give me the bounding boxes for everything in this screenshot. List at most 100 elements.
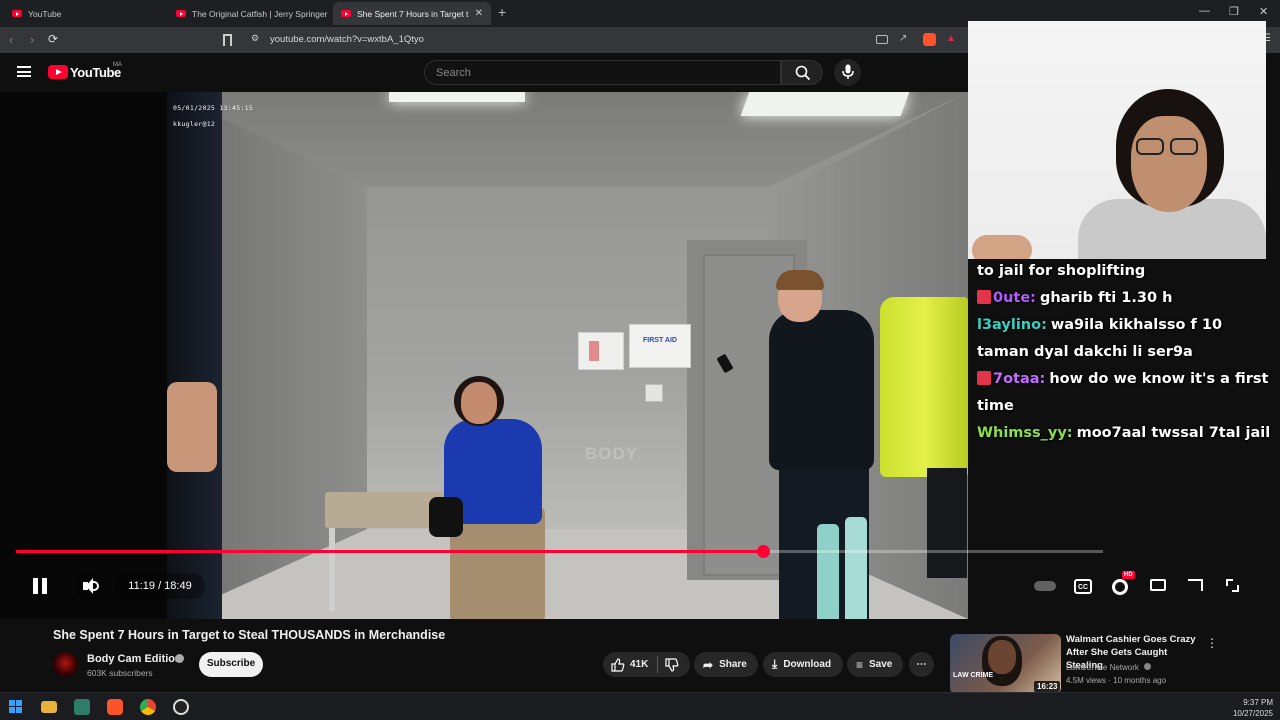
handbag	[429, 497, 463, 537]
channel-name[interactable]: Body Cam Edition	[87, 653, 182, 665]
download-button[interactable]: ⤓ Download	[763, 652, 843, 677]
windows-start-icon[interactable]	[8, 699, 24, 715]
close-tab-icon[interactable]: ✕	[475, 8, 483, 19]
chrome-icon[interactable]	[140, 699, 156, 715]
volume-button[interactable]	[76, 572, 104, 600]
chat-text: moo7aal twssal 7tal jail	[1076, 425, 1271, 441]
obs-icon[interactable]	[173, 699, 189, 715]
chat-overlay: to jail for shoplifting 0ute: gharib fti 1…	[977, 258, 1273, 478]
share-page-icon[interactable]: ↗	[899, 33, 912, 46]
reload-icon[interactable]: ⟳	[48, 32, 58, 46]
close-window-icon[interactable]: ✕	[1259, 5, 1268, 18]
officer-right-hair	[776, 270, 824, 290]
brave-shields-icon[interactable]	[923, 33, 936, 46]
webcam-hand	[972, 235, 1032, 259]
captions-button[interactable]: CC	[1074, 579, 1092, 594]
url-field[interactable]: youtube.com/watch?v=wxtbA_1Qtyo	[270, 34, 424, 45]
search-button[interactable]	[781, 60, 823, 85]
hanging-jacket	[880, 297, 968, 477]
like-count: 41K	[630, 659, 649, 670]
progress-scrubber[interactable]	[757, 545, 770, 558]
tab-jerry-springer[interactable]: The Original Catfish | Jerry Springer	[168, 2, 328, 25]
channel-avatar[interactable]	[53, 652, 78, 677]
country-code: MA	[113, 62, 122, 68]
file-explorer-icon[interactable]	[41, 701, 57, 713]
woman-face	[461, 382, 497, 424]
share-button[interactable]: ➦ Share	[694, 652, 758, 677]
cast-icon[interactable]	[1188, 579, 1203, 591]
bookmark-icon[interactable]	[223, 34, 232, 46]
save-label: Save	[869, 659, 893, 670]
progress-played[interactable]	[16, 550, 763, 553]
save-playlist-icon: ≡	[856, 657, 864, 672]
volume-wave-icon	[93, 581, 99, 591]
recommended-channel-name: Law&Crime Network	[1066, 663, 1139, 672]
ceiling-light	[740, 92, 910, 116]
dislike-button[interactable]	[657, 657, 679, 672]
forward-icon[interactable]: ›	[30, 32, 34, 47]
chat-message: l3aylino: wa9ila kikhalsso f 10 taman dya…	[977, 312, 1273, 366]
pause-button[interactable]	[25, 572, 55, 600]
monitor	[927, 468, 967, 578]
thumb-face	[988, 640, 1016, 674]
more-actions-button[interactable]: ⋯	[909, 652, 934, 677]
recommended-more-icon[interactable]: ⋮	[1206, 636, 1218, 650]
tab-label: YouTube	[28, 8, 62, 19]
settings-gear-icon[interactable]	[1112, 579, 1128, 595]
system-clock[interactable]: 9:37 PM 10/27/2025	[1233, 697, 1273, 719]
youtube-favicon-icon	[176, 10, 186, 17]
officer-right-body	[769, 310, 874, 470]
theater-mode-icon[interactable]	[1150, 579, 1166, 591]
subscribe-button[interactable]: Subscribe	[199, 652, 263, 677]
bodycam-timestamp: 05/01/2025 13:45:15	[173, 104, 254, 112]
autoplay-toggle[interactable]	[1034, 581, 1056, 591]
save-button[interactable]: ≡ Save	[847, 652, 903, 677]
youtube-logo-icon[interactable]	[48, 65, 68, 79]
new-tab-button[interactable]: +	[498, 4, 506, 20]
tab-current-video[interactable]: She Spent 7 Hours in Target t ✕	[333, 2, 491, 25]
chat-username: Whimss_yy:	[977, 425, 1073, 441]
tab-youtube[interactable]: YouTube	[4, 2, 164, 25]
site-info-icon[interactable]: ⚙	[251, 33, 264, 46]
like-button[interactable]: 41K	[603, 657, 657, 672]
fullscreen-icon[interactable]	[1226, 579, 1239, 592]
minimize-icon[interactable]: —	[1199, 5, 1210, 17]
recommended-channel[interactable]: Law&Crime Network	[1066, 663, 1152, 672]
hamburger-menu-icon[interactable]	[17, 66, 31, 77]
verified-icon	[175, 654, 184, 663]
youtube-favicon-icon	[12, 10, 22, 17]
more-dots-icon: ⋯	[916, 659, 927, 670]
share-label: Share	[719, 659, 747, 670]
bodycam-overlay: 05/01/2025 13:45:15 kkugler@12	[173, 100, 253, 132]
restore-icon[interactable]: ❐	[1229, 5, 1239, 18]
download-icon: ⤓	[772, 657, 778, 671]
thumbs-down-icon	[665, 657, 679, 672]
thermostat	[645, 384, 663, 402]
brave-rewards-icon[interactable]: ▲	[946, 33, 959, 46]
first-aid-label: FIRST AID	[643, 337, 677, 344]
channel-watermark: BODY	[585, 444, 639, 463]
brave-browser-icon[interactable]	[107, 699, 123, 715]
ceiling-light	[389, 92, 525, 102]
thumb-text: LAW CRIME	[953, 672, 994, 679]
webcam-glasses	[1136, 138, 1202, 156]
app-icon[interactable]	[74, 699, 90, 715]
chat-badge-icon	[977, 290, 991, 304]
glasses-lens	[1136, 138, 1164, 155]
tab-label: She Spent 7 Hours in Target t	[357, 8, 469, 19]
screen-icon[interactable]	[876, 35, 888, 44]
glasses-lens	[1170, 138, 1198, 155]
tab-label: The Original Catfish | Jerry Springer	[192, 8, 328, 19]
chat-text: gharib fti 1.30 h	[1039, 290, 1173, 306]
speaker-icon	[83, 578, 93, 594]
video-frame: FIRST AID 05/01/2025 13:45:15 kkugler@12…	[167, 92, 968, 619]
youtube-favicon-icon	[341, 10, 351, 17]
chat-message: to jail for shoplifting	[977, 258, 1273, 285]
recommended-duration: 16:23	[1034, 681, 1061, 692]
video-player[interactable]: FIRST AID 05/01/2025 13:45:15 kkugler@12…	[0, 92, 968, 619]
windows-logo-icon	[9, 700, 22, 713]
search-input[interactable]: Search	[424, 60, 781, 85]
voice-search-button[interactable]	[834, 59, 861, 86]
back-icon[interactable]: ‹	[9, 32, 13, 47]
chat-username: 0ute:	[993, 290, 1036, 306]
